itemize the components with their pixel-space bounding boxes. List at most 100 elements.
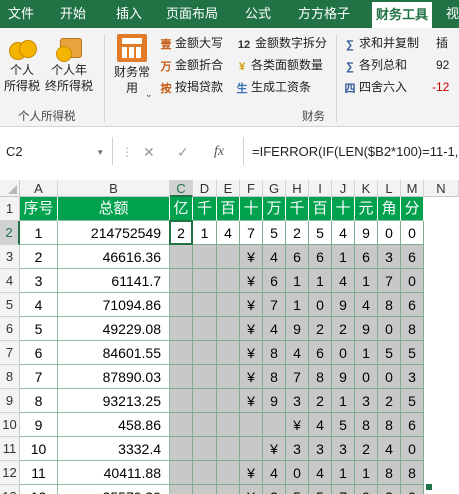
- digit-cell[interactable]: [170, 341, 193, 365]
- header-cell[interactable]: 百: [309, 197, 332, 221]
- digit-cell[interactable]: ¥: [240, 269, 263, 293]
- digit-cell[interactable]: 8: [263, 365, 286, 389]
- name-box-dropdown-icon[interactable]: ▾: [98, 141, 103, 163]
- digit-cell[interactable]: [170, 461, 193, 485]
- digit-cell[interactable]: 6: [401, 293, 424, 317]
- header-cell[interactable]: 元: [355, 197, 378, 221]
- header-cell[interactable]: 总额: [58, 197, 170, 221]
- menu-fangfang[interactable]: 方方格子: [298, 0, 350, 28]
- amount-cell[interactable]: 61141.7: [58, 269, 170, 293]
- digit-cell[interactable]: 1: [332, 245, 355, 269]
- row-header[interactable]: 3: [0, 245, 20, 269]
- digit-cell[interactable]: 9: [286, 317, 309, 341]
- digit-cell[interactable]: [193, 269, 217, 293]
- menu-home[interactable]: 开始: [60, 0, 86, 28]
- digit-cell[interactable]: 6: [401, 413, 424, 437]
- digit-cell[interactable]: 2: [309, 389, 332, 413]
- serial-cell[interactable]: 10: [20, 437, 58, 461]
- digit-cell[interactable]: 2: [170, 221, 193, 245]
- digit-cell[interactable]: 8: [355, 413, 378, 437]
- digit-cell[interactable]: 3: [286, 389, 309, 413]
- digit-cell[interactable]: 3: [378, 485, 401, 494]
- header-cell[interactable]: 分: [401, 197, 424, 221]
- digit-cell[interactable]: [193, 389, 217, 413]
- amount-cell[interactable]: 46616.36: [58, 245, 170, 269]
- header-cell[interactable]: 十: [332, 197, 355, 221]
- digit-cell[interactable]: 2: [378, 389, 401, 413]
- digit-cell[interactable]: 4: [286, 341, 309, 365]
- digit-cell[interactable]: 5: [378, 341, 401, 365]
- digit-cell[interactable]: 0: [355, 365, 378, 389]
- digit-cell[interactable]: 8: [378, 461, 401, 485]
- annual-tax-button[interactable]: 个人年 终所得税: [44, 34, 94, 94]
- digit-cell[interactable]: 3: [401, 365, 424, 389]
- digit-cell[interactable]: 4: [263, 461, 286, 485]
- digit-cell[interactable]: [217, 317, 240, 341]
- row-header[interactable]: 6: [0, 317, 20, 341]
- digit-cell[interactable]: [193, 365, 217, 389]
- row-header[interactable]: 8: [0, 365, 20, 389]
- digit-cell[interactable]: 9: [332, 365, 355, 389]
- ribbon-right-item-1[interactable]: 插: [436, 34, 448, 52]
- digit-cell[interactable]: 4: [217, 221, 240, 245]
- serial-cell[interactable]: 2: [20, 245, 58, 269]
- digit-cell[interactable]: 8: [309, 365, 332, 389]
- digit-cell[interactable]: [170, 293, 193, 317]
- digit-cell[interactable]: 1: [286, 269, 309, 293]
- digit-cell[interactable]: 8: [263, 341, 286, 365]
- serial-cell[interactable]: 9: [20, 413, 58, 437]
- digit-cell[interactable]: ¥: [240, 317, 263, 341]
- personal-tax-button[interactable]: 个人 所得税: [2, 34, 42, 94]
- digit-cell[interactable]: 4: [332, 269, 355, 293]
- digit-cell[interactable]: [263, 413, 286, 437]
- digit-cell[interactable]: 0: [401, 437, 424, 461]
- digit-cell[interactable]: 4: [309, 461, 332, 485]
- digit-cell[interactable]: 8: [401, 461, 424, 485]
- header-cell[interactable]: 千: [286, 197, 309, 221]
- digit-cell[interactable]: [193, 437, 217, 461]
- split-digits-button[interactable]: 12 金额数字拆分: [236, 34, 327, 52]
- serial-cell[interactable]: 1: [20, 221, 58, 245]
- digit-cell[interactable]: [217, 437, 240, 461]
- digit-cell[interactable]: 9: [355, 485, 378, 494]
- digit-cell[interactable]: 0: [378, 365, 401, 389]
- digit-cell[interactable]: [170, 413, 193, 437]
- serial-cell[interactable]: 12: [20, 485, 58, 494]
- digit-cell[interactable]: 0: [286, 461, 309, 485]
- menu-page-layout[interactable]: 页面布局: [166, 0, 218, 28]
- header-cell[interactable]: 百: [217, 197, 240, 221]
- digit-cell[interactable]: [170, 269, 193, 293]
- digit-cell[interactable]: 2: [355, 437, 378, 461]
- amount-cell[interactable]: 93213.25: [58, 389, 170, 413]
- serial-cell[interactable]: 8: [20, 389, 58, 413]
- amount-convert-button[interactable]: 万金额折合: [160, 56, 224, 74]
- digit-cell[interactable]: 0: [309, 293, 332, 317]
- header-cell[interactable]: 十: [240, 197, 263, 221]
- digit-cell[interactable]: [193, 461, 217, 485]
- select-all-corner[interactable]: [0, 180, 20, 197]
- digit-cell[interactable]: [217, 245, 240, 269]
- digit-cell[interactable]: 3: [263, 485, 286, 494]
- digit-cell[interactable]: [217, 485, 240, 494]
- fill-handle[interactable]: [425, 483, 433, 491]
- digit-cell[interactable]: ¥: [240, 485, 263, 494]
- digit-cell[interactable]: 6: [263, 269, 286, 293]
- digit-cell[interactable]: [217, 341, 240, 365]
- amount-cell[interactable]: 71094.86: [58, 293, 170, 317]
- digit-cell[interactable]: [193, 485, 217, 494]
- amount-cell[interactable]: 35579.39: [58, 485, 170, 494]
- amount-cell[interactable]: 84601.55: [58, 341, 170, 365]
- digit-cell[interactable]: 3: [332, 437, 355, 461]
- menu-insert[interactable]: 插入: [116, 0, 142, 28]
- digit-cell[interactable]: [193, 341, 217, 365]
- digit-cell[interactable]: 4: [355, 293, 378, 317]
- digit-cell[interactable]: [217, 365, 240, 389]
- digit-cell[interactable]: [240, 437, 263, 461]
- digit-cell[interactable]: 1: [332, 461, 355, 485]
- digit-cell[interactable]: [170, 245, 193, 269]
- digit-cell[interactable]: 8: [378, 293, 401, 317]
- serial-cell[interactable]: 5: [20, 317, 58, 341]
- amount-cell[interactable]: 458.86: [58, 413, 170, 437]
- column-header[interactable]: B: [58, 180, 170, 197]
- row-header[interactable]: 10: [0, 413, 20, 437]
